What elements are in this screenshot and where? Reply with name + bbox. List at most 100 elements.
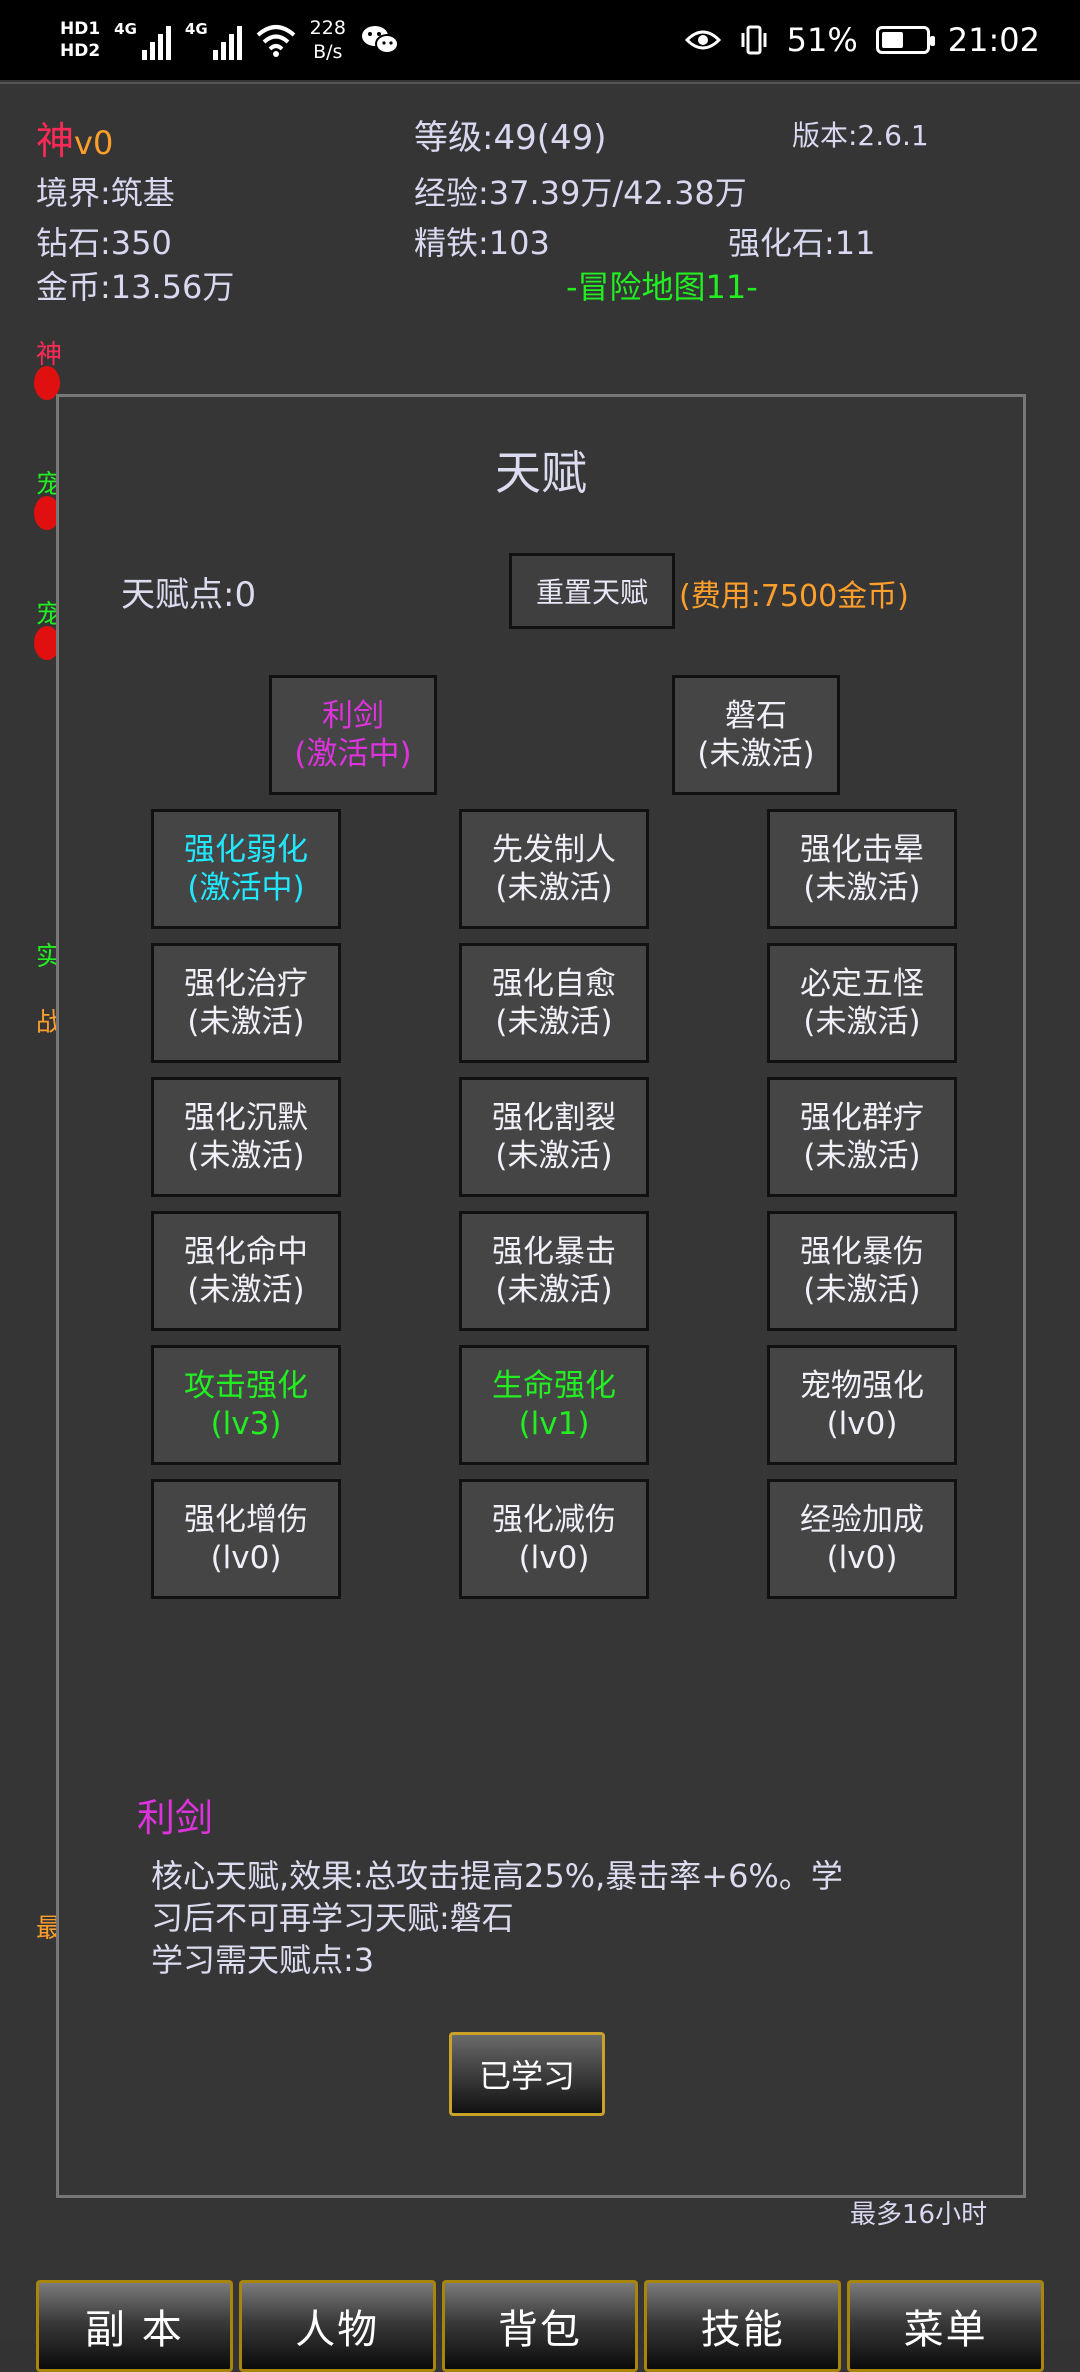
- wechat-icon: [361, 26, 399, 54]
- signal-icon-1: 4G: [114, 20, 171, 60]
- talent-state: (lv0): [826, 1406, 898, 1442]
- speed-unit: B/s: [313, 41, 343, 63]
- talent-name: 强化沉默: [184, 1100, 308, 1136]
- talent-state: (未激活): [495, 870, 613, 906]
- max-offline-hours: 最多16小时: [850, 2200, 988, 2230]
- talent-state: (未激活): [803, 1004, 921, 1040]
- realm-label: 境界:筑基: [36, 174, 175, 212]
- map-label[interactable]: -冒险地图11-: [566, 262, 758, 308]
- talent-name: 宠物强化: [800, 1368, 924, 1404]
- nav-dungeon-button[interactable]: 副 本: [36, 2280, 233, 2372]
- detail-line-2: 习后不可再学习天赋:磐石: [151, 1899, 514, 1937]
- hd-indicator: HD1 HD2: [60, 18, 100, 62]
- nav-character-button[interactable]: 人物: [238, 2280, 436, 2372]
- talent-exp-bonus[interactable]: 经验加成 (lv0): [767, 1479, 957, 1599]
- talent-name: 强化自愈: [492, 966, 616, 1002]
- talent-heal[interactable]: 强化治疗 (未激活): [151, 943, 341, 1063]
- speed-value: 228: [309, 17, 346, 39]
- talent-name: 磐石: [725, 698, 787, 734]
- eye-icon: [684, 30, 721, 50]
- talent-name: 强化增伤: [184, 1502, 308, 1538]
- player-name: 神v0: [36, 110, 113, 165]
- talent-name: 生命强化: [492, 1368, 616, 1404]
- talent-damage-up[interactable]: 强化增伤 (lv0): [151, 1479, 341, 1599]
- talent-self-heal[interactable]: 强化自愈 (未激活): [459, 943, 649, 1063]
- detail-description: 核心天赋,效果:总攻击提高25%,暴击率+6%。学 习后不可再学习天赋:磐石 学…: [151, 1855, 911, 1981]
- talent-state: (lv0): [210, 1540, 282, 1576]
- core-talent-lijian[interactable]: 利剑 (激活中): [269, 675, 437, 795]
- network-type-1: 4G: [114, 20, 137, 38]
- talent-hit[interactable]: 强化命中 (未激活): [151, 1211, 341, 1331]
- talent-first-strike[interactable]: 先发制人 (未激活): [459, 809, 649, 929]
- talent-state: (未激活): [697, 736, 815, 772]
- status-right: 51% 21:02: [684, 0, 1040, 80]
- talent-state: (未激活): [495, 1004, 613, 1040]
- talent-name: 强化击晕: [800, 832, 924, 868]
- talent-dialog: 天赋 天赋点:0 重置天赋 (费用:7500金币) 利剑 (激活中) 磐石 (未…: [56, 394, 1026, 2198]
- talent-damage-reduce[interactable]: 强化减伤 (lv0): [459, 1479, 649, 1599]
- game-screen: 神v0 等级:49(49) 版本:2.6.1 境界:筑基 经验:37.39万/4…: [0, 82, 1080, 2372]
- talent-life-boost[interactable]: 生命强化 (lv1): [459, 1345, 649, 1465]
- talent-pet-boost[interactable]: 宠物强化 (lv0): [767, 1345, 957, 1465]
- talent-name: 强化治疗: [184, 966, 308, 1002]
- talent-name: 强化暴击: [492, 1234, 616, 1270]
- diamond-label: 钻石:350: [36, 224, 172, 262]
- player-name-text: 神: [36, 119, 75, 163]
- detail-line-1: 核心天赋,效果:总攻击提高25%,暴击率+6%。学: [151, 1857, 843, 1895]
- detail-talent-name: 利剑: [137, 1796, 214, 1840]
- talent-name: 先发制人: [492, 832, 616, 868]
- iron-label: 精铁:103: [414, 224, 550, 262]
- clock: 21:02: [947, 21, 1040, 59]
- learned-button[interactable]: 已学习: [449, 2032, 605, 2116]
- vibrate-icon: [741, 25, 767, 55]
- reset-talent-button[interactable]: 重置天赋: [509, 553, 675, 629]
- bottom-nav: 副 本 人物 背包 技能 菜单: [36, 2280, 1044, 2372]
- talent-five-monsters[interactable]: 必定五怪 (未激活): [767, 943, 957, 1063]
- talent-points: 天赋点:0: [121, 575, 257, 615]
- status-bar: HD1 HD2 4G 4G 228 B/s 51% 21:02: [0, 0, 1080, 80]
- battery-percent: 51%: [786, 21, 858, 59]
- talent-name: 攻击强化: [184, 1368, 308, 1404]
- talent-group-heal[interactable]: 强化群疗 (未激活): [767, 1077, 957, 1197]
- talent-weaken[interactable]: 强化弱化 (激活中): [151, 809, 341, 929]
- talent-state: (lv3): [210, 1406, 282, 1442]
- network-type-2: 4G: [184, 20, 208, 38]
- nav-menu-button[interactable]: 菜单: [847, 2280, 1044, 2372]
- detail-line-3: 学习需天赋点:3: [151, 1941, 375, 1979]
- talent-state: (lv0): [826, 1540, 898, 1576]
- talent-bleed[interactable]: 强化割裂 (未激活): [459, 1077, 649, 1197]
- core-talent-panshi[interactable]: 磐石 (未激活): [672, 675, 840, 795]
- enhance-stone-label: 强化石:11: [728, 224, 876, 262]
- network-speed: 228 B/s: [310, 16, 346, 64]
- talent-crit-damage[interactable]: 强化暴伤 (未激活): [767, 1211, 957, 1331]
- battery-icon: [875, 26, 935, 54]
- talent-name: 强化命中: [184, 1234, 308, 1270]
- talent-state: (未激活): [187, 1004, 305, 1040]
- nav-bag-button[interactable]: 背包: [441, 2280, 639, 2372]
- talent-state: (未激活): [187, 1138, 305, 1174]
- talent-attack-boost[interactable]: 攻击强化 (lv3): [151, 1345, 341, 1465]
- nav-skills-button[interactable]: 技能: [644, 2280, 842, 2372]
- talent-crit[interactable]: 强化暴击 (未激活): [459, 1211, 649, 1331]
- talent-state: (未激活): [803, 1272, 921, 1308]
- talent-silence[interactable]: 强化沉默 (未激活): [151, 1077, 341, 1197]
- hd1-label: HD1: [60, 19, 101, 39]
- reset-cost: (费用:7500金币): [679, 579, 909, 614]
- talent-stun[interactable]: 强化击晕 (未激活): [767, 809, 957, 929]
- talent-name: 强化割裂: [492, 1100, 616, 1136]
- talent-name: 强化减伤: [492, 1502, 616, 1538]
- signal-icon-2: 4G: [185, 20, 242, 60]
- talent-name: 强化群疗: [800, 1100, 924, 1136]
- talent-state: (未激活): [803, 870, 921, 906]
- talent-state: (未激活): [495, 1138, 613, 1174]
- talent-name: 必定五怪: [800, 966, 924, 1002]
- hd2-label: HD2: [60, 41, 101, 61]
- talent-name: 强化弱化: [184, 832, 308, 868]
- talent-name: 经验加成: [800, 1502, 924, 1538]
- player-level: 等级:49(49): [414, 118, 607, 158]
- talent-state: (激活中): [294, 736, 412, 772]
- wifi-icon: [256, 25, 295, 57]
- talent-state: (未激活): [495, 1272, 613, 1308]
- talent-name: 强化暴伤: [800, 1234, 924, 1270]
- talent-state: (未激活): [187, 1272, 305, 1308]
